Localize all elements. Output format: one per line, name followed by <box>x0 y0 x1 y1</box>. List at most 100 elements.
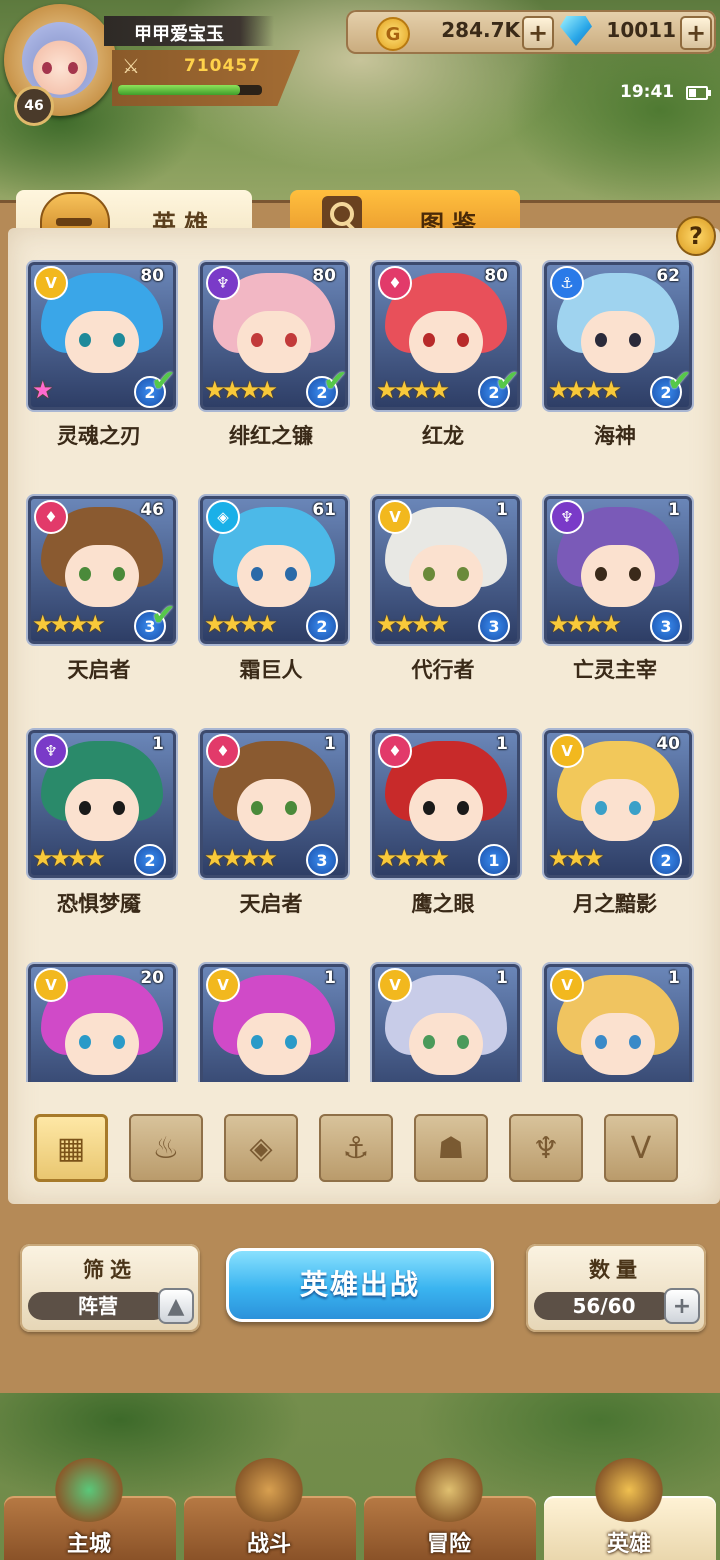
faction-icon: ♆ <box>206 266 240 300</box>
advance-tier-badge: 3 <box>306 844 338 876</box>
gem-amount: 10011 <box>606 18 676 42</box>
faction-icon: ♆ <box>550 500 584 534</box>
add-gems-button[interactable]: + <box>680 16 712 50</box>
filter-value[interactable]: 阵营 <box>28 1292 168 1320</box>
hero-name: 霜巨人 <box>239 658 303 682</box>
hero-grid[interactable]: V 80 ★ 2 ✔ 灵魂之刃 ♆ 80 ★★★★ 2 ✔ 绯红之镰 ♦ 80 ★★★★ 2 ✔ 红龙 ⚓ 62 ★★★… <box>20 252 710 1082</box>
hero-level: 20 <box>140 968 164 988</box>
hero-level: 80 <box>312 266 336 286</box>
hero-level: 1 <box>668 500 680 520</box>
battery-icon <box>686 86 711 100</box>
advance-tier-badge: 3 <box>650 610 682 642</box>
gold-coin-icon: G <box>376 17 410 51</box>
grid-icon[interactable]: ▦ <box>34 1114 108 1182</box>
expand-slots-button[interactable]: + <box>664 1288 700 1324</box>
adventure-icon <box>414 1458 484 1522</box>
star-rating: ★★★★ <box>548 610 622 638</box>
star-rating: ★★★★ <box>204 1078 278 1082</box>
advance-tier-badge: 2 <box>134 844 166 876</box>
filter-title: 筛选 <box>83 1258 137 1282</box>
hero-level: 61 <box>312 500 336 520</box>
advance-tier-badge: 3 <box>478 610 510 642</box>
star-rating: ★★★★ <box>376 844 450 872</box>
hero-name: 鹰之眼 <box>411 892 475 916</box>
faction-icon: V <box>550 734 584 768</box>
faction-icon: V <box>34 968 68 1002</box>
faction-icon: ♆ <box>34 734 68 768</box>
advance-tier-badge: 2 <box>306 610 338 642</box>
hero-name: 灵魂之刃 <box>57 424 141 448</box>
faction-icon: ◈ <box>206 500 240 534</box>
nav-hero[interactable]: 英雄 <box>540 1458 718 1560</box>
hero-level: 46 <box>140 500 164 520</box>
faction-icon: ♦ <box>206 734 240 768</box>
diamond-icon <box>560 16 592 46</box>
player-level-badge: 46 <box>14 86 54 126</box>
flame-icon[interactable]: ♨ <box>129 1114 203 1182</box>
beast-icon[interactable]: ☗ <box>414 1114 488 1182</box>
player-avatar[interactable]: 46 <box>4 4 116 126</box>
check-icon: ✔ <box>494 364 520 399</box>
light-icon[interactable]: V <box>604 1114 678 1182</box>
star-rating: ★★★★ <box>204 844 278 872</box>
clock: 19:41 <box>620 82 675 102</box>
faction-icon: V <box>34 266 68 300</box>
add-gold-button[interactable]: + <box>522 16 554 50</box>
check-icon: ✔ <box>322 364 348 399</box>
faction-icon: V <box>550 968 584 1002</box>
hero-level: 1 <box>324 968 336 988</box>
hero-level: 1 <box>496 968 508 988</box>
hero-level: 1 <box>668 968 680 988</box>
hero-icon <box>594 1458 664 1522</box>
advance-tier-badge: 2 <box>650 844 682 876</box>
crossed-swords-icon: ⚔ <box>122 54 140 78</box>
star-rating: ★★★★ <box>548 1078 622 1082</box>
star-rating: ★★★★ <box>376 1078 450 1082</box>
star-rating: ★★★★ <box>32 844 106 872</box>
hero-name: 天启者 <box>239 892 303 916</box>
nav-adventure[interactable]: 冒险 <box>360 1458 538 1560</box>
exp-bar <box>118 85 262 95</box>
nav-label: 战斗 <box>246 1532 291 1557</box>
nav-label: 英雄 <box>606 1532 651 1557</box>
filter-box: 筛选 阵营 ▲ <box>20 1244 200 1332</box>
advance-tier-badge: 1 <box>478 844 510 876</box>
anchor-icon[interactable]: ⚓ <box>319 1114 393 1182</box>
check-icon: ✔ <box>150 598 176 633</box>
star-rating: ★★★★ <box>32 1078 106 1082</box>
hero-name: 恐惧梦魇 <box>57 892 141 916</box>
chevron-up-icon[interactable]: ▲ <box>158 1288 194 1324</box>
player-name: 甲甲爱宝玉 <box>134 24 224 45</box>
hero-name: 红龙 <box>422 424 464 448</box>
check-icon: ✔ <box>150 364 176 399</box>
nav-main-city[interactable]: 主城 <box>0 1458 178 1560</box>
help-button[interactable]: ? <box>676 216 716 256</box>
faction-icon: V <box>378 968 412 1002</box>
dark-icon[interactable]: ♆ <box>509 1114 583 1182</box>
faction-icon: ♦ <box>378 266 412 300</box>
hero-count-value: 56/60 <box>534 1292 674 1320</box>
main-city-icon <box>54 1458 124 1522</box>
ice-icon[interactable]: ◈ <box>224 1114 298 1182</box>
gold-amount: 284.7K <box>441 18 520 42</box>
star-rating: ★★★★ <box>376 610 450 638</box>
combat-power-plate: ⚔ 710457 <box>112 50 300 106</box>
faction-icon: V <box>378 500 412 534</box>
star-rating: ★★★★ <box>376 376 450 404</box>
nav-battle[interactable]: 战斗 <box>180 1458 358 1560</box>
nav-label: 冒险 <box>426 1532 471 1557</box>
count-title: 数量 <box>589 1258 643 1282</box>
hero-level: 1 <box>496 734 508 754</box>
hero-name: 代行者 <box>411 658 475 682</box>
bottom-nav: 主城 战斗 冒险 英雄 <box>0 1458 720 1560</box>
hero-name: 天启者 <box>67 658 131 682</box>
hero-level: 1 <box>152 734 164 754</box>
faction-icon: ♦ <box>378 734 412 768</box>
hero-level: 1 <box>496 500 508 520</box>
hero-level: 40 <box>656 734 680 754</box>
combat-power-value: 710457 <box>184 56 261 76</box>
hero-level: 80 <box>140 266 164 286</box>
hero-name: 亡灵主宰 <box>573 658 657 682</box>
deploy-heroes-button[interactable]: 英雄出战 <box>226 1248 494 1322</box>
hero-level: 1 <box>324 734 336 754</box>
